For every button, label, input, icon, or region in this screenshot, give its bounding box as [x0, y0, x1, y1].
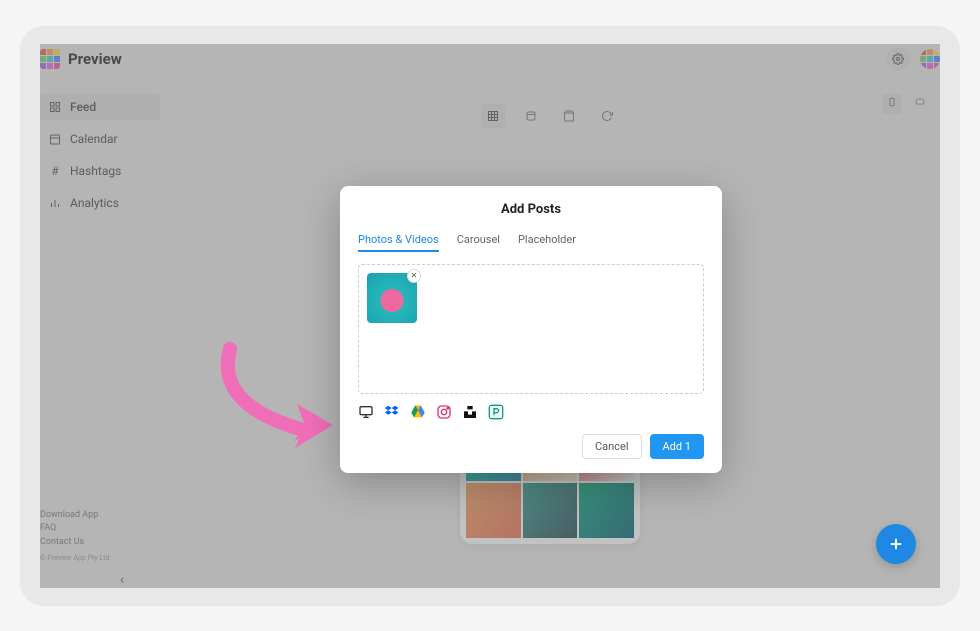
app-frame: Preview Feed	[20, 26, 960, 606]
unsplash-icon[interactable]	[462, 404, 478, 420]
google-drive-icon[interactable]	[410, 404, 426, 420]
tab-carousel[interactable]: Carousel	[457, 233, 500, 252]
add-posts-modal: Add Posts Photos & Videos Carousel Place…	[340, 186, 722, 473]
instagram-icon[interactable]	[436, 404, 452, 420]
app-shell: Preview Feed	[40, 44, 940, 588]
add-button[interactable]: Add 1	[650, 434, 705, 459]
add-post-fab[interactable]	[876, 524, 916, 564]
upload-dropzone[interactable]: ✕	[358, 264, 704, 394]
computer-icon[interactable]	[358, 404, 374, 420]
modal-title: Add Posts	[358, 202, 704, 217]
upload-sources	[358, 404, 704, 420]
tab-photos-videos[interactable]: Photos & Videos	[358, 233, 439, 252]
uploaded-thumbnail[interactable]: ✕	[367, 273, 417, 323]
cancel-button[interactable]: Cancel	[582, 434, 641, 459]
dropbox-icon[interactable]	[384, 404, 400, 420]
tab-placeholder[interactable]: Placeholder	[518, 233, 576, 252]
pexels-icon[interactable]	[488, 404, 504, 420]
modal-actions: Cancel Add 1	[358, 434, 704, 459]
modal-tabs: Photos & Videos Carousel Placeholder	[358, 233, 704, 252]
remove-thumbnail-icon[interactable]: ✕	[407, 269, 421, 283]
